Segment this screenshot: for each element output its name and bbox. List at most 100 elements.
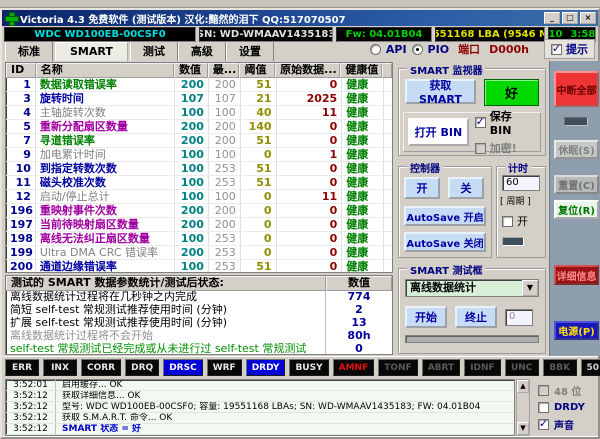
api-radio[interactable]	[370, 44, 381, 55]
table-row[interactable]: 10到指定转数次数100253510健康	[6, 162, 392, 176]
cell-health: 健康	[342, 120, 384, 133]
table-row[interactable]: 7寻道错误率200200510健康	[6, 134, 392, 148]
48bit-checkbox[interactable]	[538, 385, 549, 396]
timer-input[interactable]: 60	[502, 175, 540, 191]
cell-raw: 0	[277, 78, 343, 91]
details-button[interactable]: 详细信息	[554, 265, 599, 285]
victoria-window: Victoria 4.3 免费软件 (测试版本) 汉化:黯然的泪下 QQ:517…	[0, 8, 600, 439]
autosave-on-button[interactable]: AutoSave 开启	[404, 206, 486, 226]
cell-id: 10	[6, 162, 36, 175]
abort-all-button[interactable]: 中断全部	[554, 71, 599, 107]
log-scrollbar[interactable]: ▲ ▼	[516, 379, 530, 436]
maximize-button[interactable]: □	[562, 12, 578, 24]
cell-threshold: 0	[241, 246, 277, 259]
table-row[interactable]: 197当前待映射扇区数量20020000健康	[6, 218, 392, 232]
test-stop-button[interactable]: 终止	[455, 306, 497, 328]
timer-on-checkbox[interactable]	[502, 216, 513, 227]
drive-model: WDC WD100EB-00CSF0	[4, 27, 196, 42]
cell-name: Ultra DMA CRC 错误率	[36, 246, 175, 259]
stats-row[interactable]: 离线数据统计过程将在几秒钟之内完成774	[6, 291, 392, 304]
power-button[interactable]: 电源(P)	[554, 321, 599, 340]
reset-button[interactable]: 重置(C)	[554, 175, 599, 194]
led-busy: BUSY	[289, 359, 328, 376]
column-header-worst[interactable]: 最...	[208, 63, 240, 78]
table-row[interactable]: 9加电累计时间10010001健康	[6, 148, 392, 162]
cell-worst: 253	[209, 260, 241, 273]
cell-threshold: 51	[241, 260, 277, 273]
tab-advanced[interactable]: 高级	[178, 42, 226, 61]
cell-spare	[384, 134, 392, 147]
test-select-value: 离线数据统计	[406, 280, 522, 296]
column-header-id[interactable]: ID	[6, 63, 36, 78]
cell-raw: 2025	[277, 92, 343, 105]
cell-value: 100	[175, 232, 209, 245]
table-row[interactable]: 5重新分配扇区数量2002001400健康	[6, 120, 392, 134]
port-label: 端口	[458, 41, 480, 57]
save-bin-checkbox[interactable]	[475, 117, 486, 128]
close-button[interactable]: ×	[580, 12, 596, 24]
tab-settings[interactable]: 设置	[226, 42, 274, 61]
tab-test[interactable]: 测试	[130, 42, 178, 61]
controller-title: 控制器	[407, 160, 443, 175]
encrypt-checkbox[interactable]	[475, 143, 486, 154]
cell-threshold: 140	[241, 120, 277, 133]
led-abrt: ABRT	[422, 359, 461, 376]
test-counter-input[interactable]: 0	[505, 309, 533, 326]
column-header-value[interactable]: 数值	[174, 63, 208, 78]
chevron-down-icon[interactable]: ▼	[522, 280, 538, 296]
controller-on-button[interactable]: 开	[404, 177, 440, 199]
open-bin-button[interactable]: 打开 BIN	[408, 118, 469, 146]
cell-spare	[384, 260, 392, 273]
test-start-button[interactable]: 开始	[405, 306, 447, 328]
table-row[interactable]: 4主轴旋转次数1001004011健康	[6, 106, 392, 120]
cell-health: 健康	[342, 260, 384, 273]
drdy-checkbox[interactable]	[538, 402, 549, 413]
cell-name: 寻道错误率	[36, 134, 175, 147]
cell-health: 健康	[342, 218, 384, 231]
cell-id: 199	[6, 246, 36, 259]
table-row[interactable]: 12启动/停止总计100100011健康	[6, 190, 392, 204]
autosave-off-button[interactable]: AutoSave 关闭	[404, 232, 486, 252]
recalibrate-button[interactable]: 复位(R)	[554, 200, 599, 219]
hint-checkbox[interactable]	[551, 44, 562, 55]
stats-row[interactable]: 离线数据统计过程将不会开始80h	[6, 330, 392, 343]
scroll-up-icon[interactable]: ▲	[517, 380, 529, 393]
cell-id: 5	[6, 120, 36, 133]
table-row[interactable]: 11磁头校准次数100253510健康	[6, 176, 392, 190]
tab-standard[interactable]: 标准	[5, 42, 53, 61]
stats-value: 0	[326, 343, 392, 355]
cell-raw: 0	[277, 162, 343, 175]
stats-row[interactable]: 简短 self-test 常规测试推荐使用时间 (分钟)2	[6, 304, 392, 317]
table-row[interactable]: 198离线无法纠正扇区数量10025300健康	[6, 232, 392, 246]
column-header-name[interactable]: 名称	[36, 63, 174, 78]
column-header-threshold[interactable]: 阈值	[239, 63, 275, 78]
options-panel: 48 位 DRDY 声音	[534, 379, 595, 436]
get-smart-button[interactable]: 获取 SMART	[405, 79, 476, 104]
table-row[interactable]: 200通道边缘错误率100253510健康	[6, 260, 392, 273]
cell-id: 12	[6, 190, 36, 203]
test-select[interactable]: 离线数据统计 ▼	[405, 279, 539, 297]
sleep-button[interactable]: 休眠(S)	[554, 140, 599, 159]
cell-threshold: 51	[241, 78, 277, 91]
table-row[interactable]: 3旋转时间107107212025健康	[6, 92, 392, 106]
cell-health: 健康	[342, 78, 384, 91]
scroll-down-icon[interactable]: ▼	[517, 422, 529, 435]
stats-row[interactable]: 扩展 self-test 常规测试推荐使用时间 (分钟)13	[6, 317, 392, 330]
stats-row[interactable]: self-test 常规测试已经完成或从未进行过 self-test 常规测试0	[6, 343, 392, 355]
api-radio-label: API	[386, 43, 407, 56]
controller-off-button[interactable]: 关	[448, 177, 484, 199]
minimize-button[interactable]: _	[544, 12, 560, 24]
pio-radio[interactable]	[412, 44, 423, 55]
smart-table-header: ID名称数值最...阈值原始数据...健康值	[6, 63, 392, 78]
table-row[interactable]: 1数据读取错误率200200510健康	[6, 78, 392, 92]
table-row[interactable]: 199Ultra DMA CRC 错误率20025300健康	[6, 246, 392, 260]
cell-worst: 100	[209, 148, 241, 161]
smart-monitor-title: SMART 监视器	[407, 62, 485, 77]
column-header-raw[interactable]: 原始数据...	[275, 63, 340, 78]
drdy-label: DRDY	[554, 402, 585, 413]
column-header-health[interactable]: 健康值	[340, 63, 382, 78]
cell-threshold: 0	[241, 204, 277, 217]
sound-checkbox[interactable]	[538, 419, 549, 430]
table-row[interactable]: 196重映射事件次数20020000健康	[6, 204, 392, 218]
tab-smart[interactable]: SMART	[55, 42, 128, 61]
